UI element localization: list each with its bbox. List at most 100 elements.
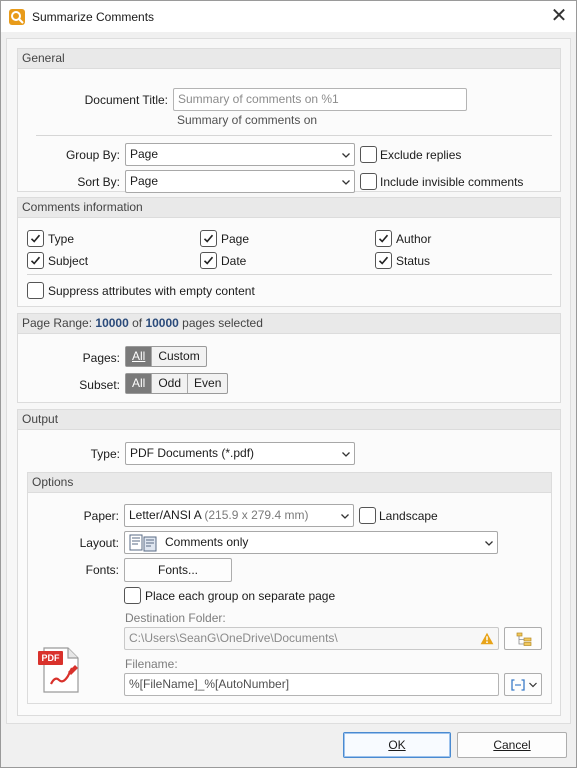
subject-checkbox[interactable] xyxy=(27,252,44,269)
pdf-file-icon: PDF xyxy=(38,646,82,694)
paper-value: Letter/ANSI A xyxy=(129,508,202,522)
filename-label: Filename: xyxy=(125,657,178,671)
selected-count: 10000 xyxy=(95,316,129,330)
ok-button[interactable]: OK xyxy=(343,732,451,758)
paper-select[interactable]: Letter/ANSI A (215.9 x 279.4 mm) xyxy=(124,504,354,527)
pdf-badge: PDF xyxy=(38,651,63,665)
landscape-checkbox[interactable] xyxy=(359,507,376,524)
sort-by-value: Page xyxy=(130,174,159,188)
summarize-comments-dialog: Summarize Comments ✕ General Document Ti… xyxy=(0,0,577,768)
subset-odd-option[interactable]: Odd xyxy=(152,374,189,393)
destination-folder-input[interactable]: C:\Users\SeanG\OneDrive\Documents\ xyxy=(124,627,499,650)
chevron-down-icon xyxy=(529,682,537,688)
pages-segmented-control: All Custom xyxy=(125,346,207,367)
folder-tree-icon xyxy=(516,632,532,646)
author-checkbox[interactable] xyxy=(375,230,392,247)
separate-page-label: Place each group on separate page xyxy=(145,589,336,603)
exclude-replies-checkbox[interactable] xyxy=(360,146,377,163)
output-type-select[interactable]: PDF Documents (*.pdf) xyxy=(125,442,355,465)
options-group: Options Paper: Letter/ANSI A (215.9 x 27… xyxy=(27,472,552,704)
include-invisible-label: Include invisible comments xyxy=(380,175,524,189)
check-icon xyxy=(378,234,389,243)
options-header: Options xyxy=(28,473,551,493)
output-type-value: PDF Documents (*.pdf) xyxy=(130,446,255,460)
type-select-label: Type: xyxy=(90,447,120,461)
sort-by-select[interactable]: Page xyxy=(125,170,355,193)
cancel-label: Cancel xyxy=(493,738,531,752)
layout-select[interactable]: Comments only xyxy=(124,531,498,554)
cancel-button[interactable]: Cancel xyxy=(457,732,567,758)
subset-all-option[interactable]: All xyxy=(126,374,153,393)
divider xyxy=(27,274,552,275)
ok-label: OK xyxy=(388,738,406,752)
comments-layout-icon xyxy=(129,534,157,552)
page-checkbox[interactable] xyxy=(200,230,217,247)
subset-even-option[interactable]: Even xyxy=(188,374,227,393)
layout-value: Comments only xyxy=(165,535,249,549)
total-count: 10000 xyxy=(145,316,179,330)
status-checkbox[interactable] xyxy=(375,252,392,269)
subset-all-label: All xyxy=(132,376,146,390)
pages-label: Pages: xyxy=(82,351,120,365)
sort-by-label: Sort By: xyxy=(77,175,120,189)
browse-folder-button[interactable] xyxy=(504,627,542,650)
author-label: Author xyxy=(396,232,432,246)
app-logo-icon xyxy=(9,9,25,25)
group-by-value: Page xyxy=(130,147,159,161)
subset-segmented-control: All Odd Even xyxy=(125,373,229,394)
filename-input[interactable]: %[FileName]_%[AutoNumber] xyxy=(124,673,499,696)
chevron-down-icon xyxy=(341,514,349,519)
page-range-suffix: pages selected xyxy=(178,316,263,330)
check-icon xyxy=(378,256,389,265)
group-by-select[interactable]: Page xyxy=(125,143,355,166)
page-range-prefix: Page Range: xyxy=(22,316,96,330)
pages-all-option[interactable]: All xyxy=(126,347,153,366)
check-icon xyxy=(30,256,41,265)
chevron-down-icon xyxy=(342,452,350,457)
filename-macro-button[interactable] xyxy=(504,673,542,696)
pages-custom-option[interactable]: Custom xyxy=(152,347,205,366)
type-label: Type xyxy=(48,232,75,246)
fonts-button[interactable]: Fonts... xyxy=(124,558,232,582)
destination-folder-label: Destination Folder: xyxy=(125,611,226,625)
suppress-empty-checkbox[interactable] xyxy=(27,282,44,299)
close-icon[interactable]: ✕ xyxy=(542,1,576,32)
suppress-empty-label: Suppress attributes with empty content xyxy=(48,284,255,298)
landscape-label: Landscape xyxy=(379,509,438,523)
fonts-label: Fonts: xyxy=(85,563,119,577)
pages-all-label: All xyxy=(132,349,146,363)
dialog-footer: OK Cancel xyxy=(1,725,576,767)
page-range-header: Page Range: 10000 of 10000 pages selecte… xyxy=(18,314,560,334)
date-label: Date xyxy=(221,254,247,268)
layout-label: Layout: xyxy=(79,536,119,550)
paper-dimensions: (215.9 x 279.4 mm) xyxy=(204,508,309,522)
subset-label: Subset: xyxy=(79,378,120,392)
chevron-down-icon xyxy=(342,180,350,185)
status-label: Status xyxy=(396,254,431,268)
group-by-label: Group By: xyxy=(65,148,120,162)
document-title-preview: Summary of comments on xyxy=(177,113,318,127)
check-icon xyxy=(203,256,214,265)
chevron-down-icon xyxy=(342,153,350,158)
separate-page-checkbox[interactable] xyxy=(124,587,141,604)
window-title: Summarize Comments xyxy=(32,10,155,24)
type-checkbox[interactable] xyxy=(27,230,44,247)
check-icon xyxy=(30,234,41,243)
macro-brackets-icon xyxy=(511,679,525,691)
document-title-input[interactable]: Summary of comments on %1 xyxy=(173,88,467,111)
subset-odd-label: Odd xyxy=(158,376,182,390)
page-label: Page xyxy=(221,232,250,246)
output-group: Output Type: PDF Documents (*.pdf) Optio… xyxy=(17,409,561,716)
title-bar: Summarize Comments ✕ xyxy=(1,1,576,32)
subset-even-label: Even xyxy=(194,376,222,390)
dialog-body: General Document Title: Summary of comme… xyxy=(6,38,571,724)
date-checkbox[interactable] xyxy=(200,252,217,269)
divider xyxy=(36,135,552,136)
general-header: General xyxy=(18,49,560,69)
paper-label: Paper: xyxy=(83,509,119,523)
include-invisible-checkbox[interactable] xyxy=(360,173,377,190)
page-range-of: of xyxy=(128,316,146,330)
pages-custom-label: Custom xyxy=(158,349,200,363)
general-group: General Document Title: Summary of comme… xyxy=(17,48,561,193)
chevron-down-icon xyxy=(485,541,493,546)
